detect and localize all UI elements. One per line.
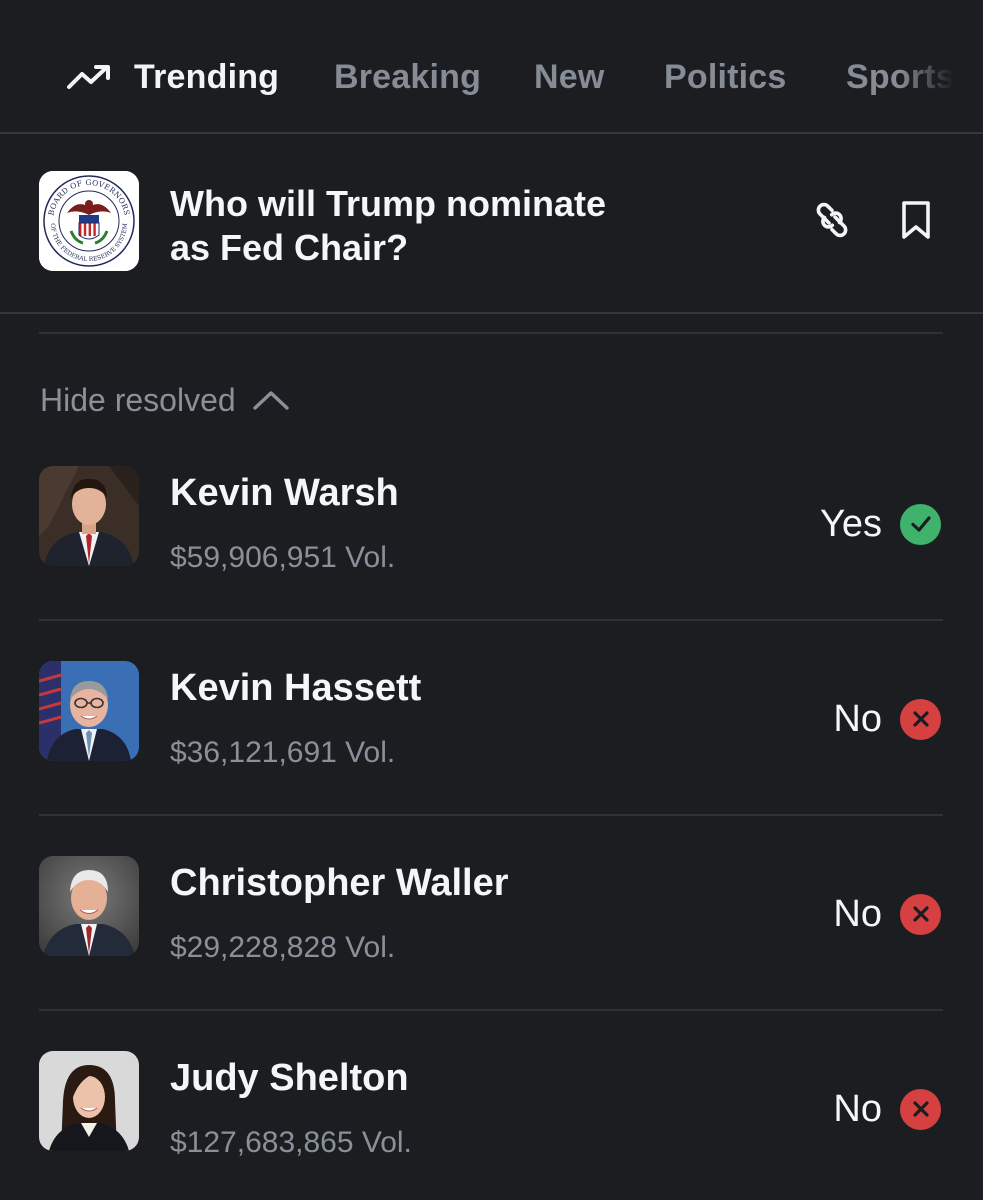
bookmark-icon — [902, 201, 930, 239]
tab-trending[interactable]: Trending — [66, 52, 279, 102]
avatar — [39, 466, 139, 566]
trending-up-icon — [67, 65, 110, 89]
bookmark-button[interactable] — [892, 196, 940, 244]
result-label: No — [833, 1087, 882, 1130]
outcome-result: No — [833, 1087, 941, 1131]
outcome-volume: $29,228,828 Vol. — [170, 931, 396, 964]
tab-label: Breaking — [334, 57, 482, 96]
seal-icon: BOARD OF GOVERNORS OF THE FEDERAL RESERV… — [39, 171, 139, 271]
link-icon — [816, 202, 848, 238]
outcome-row-kevin-hassett[interactable]: Kevin Hassett $36,121,691 Vol. No — [0, 661, 983, 856]
x-circle-icon — [900, 893, 941, 935]
tab-label: New — [534, 57, 605, 96]
result-label: No — [833, 697, 882, 740]
federal-reserve-seal-logo: BOARD OF GOVERNORS OF THE FEDERAL RESERV… — [39, 171, 139, 271]
result-label: Yes — [820, 502, 882, 545]
outcome-volume: $127,683,865 Vol. — [170, 1126, 412, 1159]
tab-sports[interactable]: Sports — [846, 52, 955, 102]
outcome-name: Kevin Warsh — [170, 472, 399, 514]
avatar-photo — [39, 1051, 139, 1151]
outcome-result: No — [833, 892, 941, 936]
avatar-photo — [39, 856, 139, 956]
outcome-name: Kevin Hassett — [170, 667, 422, 709]
tab-breaking[interactable]: Breaking — [334, 52, 481, 102]
market-header: BOARD OF GOVERNORS OF THE FEDERAL RESERV… — [0, 136, 983, 314]
market-title: Who will Trump nominate as Fed Chair? — [170, 183, 606, 268]
tab-label: Politics — [664, 57, 787, 96]
avatar — [39, 856, 139, 956]
hide-resolved-toggle[interactable]: Hide resolved — [40, 378, 290, 422]
avatar — [39, 1051, 139, 1151]
outcome-name: Christopher Waller — [170, 862, 509, 904]
x-circle-icon — [900, 1088, 941, 1130]
row-divider — [39, 619, 943, 621]
copy-link-button[interactable] — [808, 196, 856, 244]
section-divider — [39, 332, 943, 334]
outcome-result: No — [833, 697, 941, 741]
hide-resolved-label: Hide resolved — [40, 381, 236, 418]
outcome-row-judy-shelton[interactable]: Judy Shelton $127,683,865 Vol. No — [0, 1051, 983, 1200]
chevron-up-icon — [252, 391, 289, 410]
tab-label: Sports — [846, 57, 955, 96]
tab-politics[interactable]: Politics — [664, 52, 787, 102]
outcome-volume: $36,121,691 Vol. — [170, 736, 396, 769]
result-label: No — [833, 892, 882, 935]
avatar-photo — [39, 466, 139, 566]
outcome-row-kevin-warsh[interactable]: Kevin Warsh $59,906,951 Vol. Yes — [0, 466, 983, 661]
avatar — [39, 661, 139, 761]
outcome-result: Yes — [820, 502, 941, 546]
check-circle-icon — [900, 503, 941, 545]
market-page: Trending Breaking New Politics Sports BO… — [0, 0, 983, 1200]
outcome-name: Judy Shelton — [170, 1057, 409, 1099]
outcome-row-christopher-waller[interactable]: Christopher Waller $29,228,828 Vol. No — [0, 856, 983, 1051]
row-divider — [39, 1009, 943, 1011]
x-circle-icon — [900, 698, 941, 740]
avatar-photo — [39, 661, 139, 761]
outcome-volume: $59,906,951 Vol. — [170, 541, 396, 574]
category-tab-bar: Trending Breaking New Politics Sports — [0, 0, 983, 134]
tab-new[interactable]: New — [534, 52, 605, 102]
tab-label: Trending — [134, 57, 280, 96]
row-divider — [39, 814, 943, 816]
